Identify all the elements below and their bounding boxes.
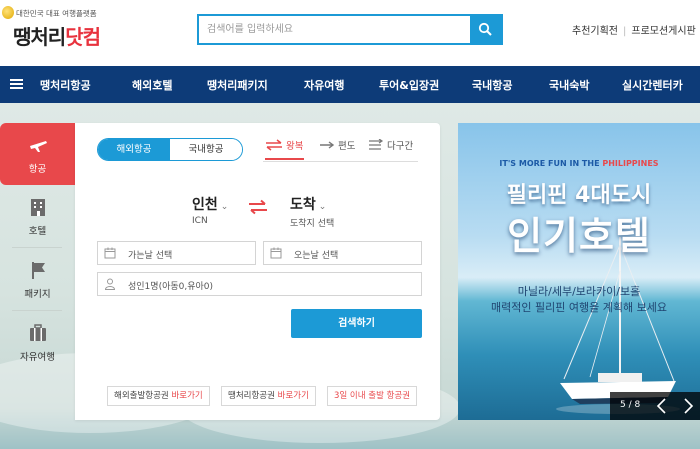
site-header: 대한민국 대표 여행플랫폼 땡처리닷컴 추천기획전 | 프로모션게시판 xyxy=(0,0,700,66)
recommend-link[interactable]: 추천기획전 xyxy=(572,26,618,37)
banner-tag-country: PHILIPPINES xyxy=(602,159,659,168)
main-nav: 땡처리항공 해외호텔 땡처리패키지 자유여행 투어&입장권 국내항공 국내숙박 … xyxy=(0,66,700,103)
hamburger-menu-icon[interactable] xyxy=(10,79,23,89)
depart-date-placeholder: 가는날 선택 xyxy=(128,251,173,261)
suitcase-icon xyxy=(30,324,46,341)
category-tab-label: 호텔 xyxy=(28,226,47,237)
nav-item-packages[interactable]: 땡처리패키지 xyxy=(207,77,268,93)
passenger-field[interactable]: 성인1명(아동0,유아0) xyxy=(97,272,422,296)
hotel-building-icon xyxy=(31,199,45,216)
category-tab-label: 자유여행 xyxy=(20,352,55,363)
category-tab-hotels[interactable]: 호텔 xyxy=(0,185,75,247)
banner-headline: 인기호텔 xyxy=(507,214,651,258)
quick-link-text: 3일 이내 출발 항공권 xyxy=(334,391,411,401)
search-icon xyxy=(478,22,492,36)
medal-icon xyxy=(2,6,14,19)
banner-pager: 5 / 8 xyxy=(610,392,700,420)
logo-text: 땡처리 xyxy=(13,25,66,49)
category-tab-flights[interactable]: 항공 xyxy=(0,123,75,185)
chevron-left-icon[interactable] xyxy=(654,396,670,416)
search-button[interactable] xyxy=(470,16,501,43)
banner-cities: 마닐라/세부/보라카이/보홀 xyxy=(517,285,641,298)
calendar-icon xyxy=(270,247,282,259)
oneway-arrow-icon xyxy=(320,141,335,149)
return-date-field[interactable]: 오는날 선택 xyxy=(263,241,422,265)
trip-type-underline xyxy=(263,161,418,162)
link-divider: | xyxy=(623,26,627,37)
destination-selector[interactable]: 도착 ⌄ 도착지 선택 xyxy=(290,194,334,229)
quick-link-text: 땡처리항공권 xyxy=(228,391,275,401)
chevron-down-icon: ⌄ xyxy=(220,202,229,212)
banner-page-count: 5 / 8 xyxy=(620,400,641,410)
trip-type-roundtrip[interactable]: 왕복 xyxy=(265,138,304,160)
promo-banner[interactable]: IT'S MORE FUN IN THE PHILIPPINES 필리핀 4대도… xyxy=(458,123,700,420)
origin-city: 인천 xyxy=(192,197,218,213)
airplane-icon xyxy=(30,141,47,152)
banner-tagline: IT'S MORE FUN IN THE PHILIPPINES xyxy=(458,159,700,168)
quick-link-overseas-departure[interactable]: 해외출발항공권 바로가기 xyxy=(107,386,210,406)
trip-type-label: 왕복 xyxy=(286,141,304,152)
trip-type-oneway[interactable]: 편도 xyxy=(319,138,356,160)
tab-international-flights[interactable]: 해외항공 xyxy=(98,139,170,160)
quick-link-go: 바로가기 xyxy=(277,391,309,401)
flag-icon xyxy=(32,262,45,279)
flight-booking-panel: 해외항공 국내항공 왕복 편도 다구간 인천 ⌄ ICN 도착 ⌄ 도착지 선택… xyxy=(75,123,440,420)
promotion-link[interactable]: 프로모션게시판 xyxy=(631,26,695,37)
banner-description: 매력적인 필리핀 여행을 계획해 보세요 xyxy=(491,301,667,314)
swap-cities-icon[interactable] xyxy=(247,199,269,215)
category-tab-free-travel[interactable]: 자유여행 xyxy=(0,311,75,373)
return-date-placeholder: 오는날 선택 xyxy=(294,251,339,261)
flight-scope-toggle: 해외항공 국내항공 xyxy=(97,138,243,161)
depart-date-field[interactable]: 가는날 선택 xyxy=(97,241,256,265)
nav-item-domestic-air[interactable]: 국내항공 xyxy=(472,77,512,93)
category-tab-packages[interactable]: 패키지 xyxy=(0,248,75,310)
flight-search-button[interactable]: 검색하기 xyxy=(291,309,422,338)
chevron-right-icon[interactable] xyxy=(680,396,696,416)
passenger-summary: 성인1명(아동0,유아0) xyxy=(128,282,214,292)
category-tab-label: 패키지 xyxy=(24,289,51,300)
logo-tagline: 대한민국 대표 여행플랫폼 xyxy=(16,9,97,18)
multicity-arrows-icon xyxy=(369,138,384,150)
tab-domestic-flights[interactable]: 국내항공 xyxy=(170,139,242,160)
banner-tag-text: IT'S MORE FUN IN THE xyxy=(499,159,603,168)
roundtrip-arrows-icon xyxy=(266,139,282,151)
origin-code: ICN xyxy=(192,216,208,226)
logo-accent: 닷컴 xyxy=(65,25,101,49)
nav-item-hotels[interactable]: 해외호텔 xyxy=(132,77,172,93)
person-icon xyxy=(104,278,116,290)
trip-type-label: 편도 xyxy=(338,141,356,152)
nav-item-rentcar[interactable]: 실시간렌터카 xyxy=(622,77,683,93)
calendar-icon xyxy=(104,247,116,259)
quick-link-discount-flights[interactable]: 땡처리항공권 바로가기 xyxy=(221,386,316,406)
search-input[interactable] xyxy=(199,16,469,43)
quick-link-go: 바로가기 xyxy=(171,391,203,401)
origin-selector[interactable]: 인천 ⌄ ICN xyxy=(192,194,228,226)
trip-type-label: 다구간 xyxy=(387,141,414,152)
trip-type-multicity[interactable]: 다구간 xyxy=(368,138,413,160)
nav-item-domestic-stay[interactable]: 국내숙박 xyxy=(549,77,589,93)
search-box xyxy=(197,14,503,45)
quick-link-3day-departure[interactable]: 3일 이내 출발 항공권 xyxy=(327,386,418,406)
destination-city: 도착 xyxy=(290,197,316,213)
category-tab-label: 항공 xyxy=(28,164,47,175)
nav-item-tours[interactable]: 투어&입장권 xyxy=(379,77,439,93)
top-links: 추천기획전 | 프로모션게시판 xyxy=(572,22,696,37)
category-tabs: 항공 호텔 패키지 자유여행 xyxy=(0,123,75,420)
site-logo[interactable]: 땡처리닷컴 xyxy=(13,21,101,50)
quick-link-text: 해외출발항공권 xyxy=(114,391,169,401)
chevron-down-icon: ⌄ xyxy=(318,202,327,212)
nav-item-free-travel[interactable]: 자유여행 xyxy=(304,77,344,93)
main-content: 항공 호텔 패키지 자유여행 해외항공 국내항공 왕복 편도 다구간 인천 ⌄ … xyxy=(0,103,700,449)
nav-item-flights[interactable]: 땡처리항공 xyxy=(40,77,91,93)
destination-hint: 도착지 선택 xyxy=(290,219,335,229)
